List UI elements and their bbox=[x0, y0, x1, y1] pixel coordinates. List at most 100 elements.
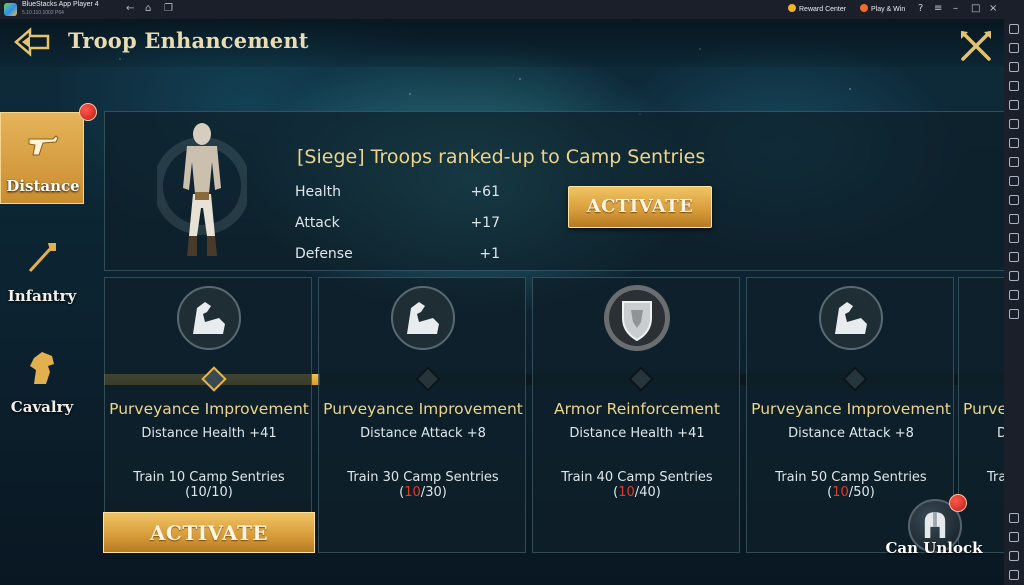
stat-value-health: +61 bbox=[470, 184, 500, 200]
macro-icon[interactable] bbox=[1009, 157, 1019, 167]
category-tab-distance[interactable]: Distance bbox=[0, 112, 84, 204]
card-bonus: Distance Health +41 bbox=[569, 426, 705, 441]
location-icon[interactable] bbox=[1009, 271, 1019, 281]
camera-icon[interactable] bbox=[1009, 138, 1019, 148]
progress-current: 10 bbox=[618, 485, 635, 500]
stat-label-defense: Defense bbox=[295, 246, 353, 262]
progress-total: 30 bbox=[425, 485, 442, 500]
page-title: Troop Enhancement bbox=[68, 28, 309, 53]
progress-current: 10 bbox=[832, 485, 849, 500]
category-tab-infantry[interactable]: Infantry bbox=[0, 223, 84, 315]
home-icon[interactable]: ⌂ bbox=[145, 3, 151, 15]
card-progress: (10/30) bbox=[399, 485, 447, 500]
settings-icon[interactable] bbox=[1009, 513, 1019, 523]
reward-center-label: Reward Center bbox=[799, 6, 847, 13]
pistol-icon bbox=[28, 135, 59, 156]
screen-record-icon[interactable] bbox=[1009, 81, 1019, 91]
strength-arm-icon bbox=[391, 286, 455, 350]
play-win-icon bbox=[860, 4, 868, 12]
card-progress: (10/40) bbox=[613, 485, 661, 500]
back-arrow-icon[interactable]: ← bbox=[126, 3, 134, 15]
stat-value-defense: +1 bbox=[479, 246, 500, 262]
summary-title: [Siege] Troops ranked-up to Camp Sentrie… bbox=[297, 146, 706, 168]
multi-instance-sidebar-icon[interactable] bbox=[1009, 176, 1019, 186]
category-label: Distance bbox=[6, 177, 80, 195]
category-label: Infantry bbox=[7, 287, 77, 305]
notification-badge bbox=[79, 103, 97, 121]
screen-header: Troop Enhancement bbox=[0, 19, 1004, 67]
card-title: Armor Reinforcement bbox=[554, 400, 720, 418]
rank-up-summary-panel: [Siege] Troops ranked-up to Camp Sentrie… bbox=[104, 111, 1004, 271]
category-tab-cavalry[interactable]: Cavalry bbox=[0, 334, 84, 426]
crown-icon bbox=[788, 4, 796, 12]
app-version: 5.10.110.1002 P64 bbox=[22, 10, 64, 16]
close-crossed-swords-button[interactable] bbox=[958, 29, 994, 63]
android-home-icon[interactable] bbox=[1009, 551, 1019, 561]
card-requirement: Train 30 Camp Sentries bbox=[347, 470, 499, 485]
close-window-icon[interactable]: × bbox=[989, 3, 997, 15]
eco-mode-icon[interactable] bbox=[1009, 233, 1019, 243]
spear-icon bbox=[28, 243, 56, 273]
shake-icon[interactable] bbox=[1009, 252, 1019, 262]
right-sidebar bbox=[1004, 19, 1024, 585]
android-back-icon[interactable] bbox=[1009, 532, 1019, 542]
activate-rank-up-button[interactable]: ACTIVATE bbox=[568, 186, 712, 228]
unlock-notification-badge bbox=[949, 494, 967, 512]
apk-install-icon[interactable] bbox=[1009, 214, 1019, 224]
rotate-icon[interactable] bbox=[1009, 119, 1019, 129]
progress-current: 10 bbox=[190, 485, 207, 500]
stat-value-attack: +17 bbox=[470, 215, 500, 231]
enhancement-card-partial[interactable]: Purve D Tra bbox=[958, 277, 1004, 553]
window-title-bar: BlueStacks App Player 4 5.10.110.1002 P6… bbox=[0, 0, 1024, 19]
category-label: Cavalry bbox=[10, 398, 74, 416]
activate-card-button[interactable]: ACTIVATE bbox=[103, 512, 315, 553]
strength-arm-icon bbox=[819, 286, 883, 350]
menu-icon[interactable]: ≡ bbox=[934, 3, 942, 15]
play-win-label: Play & Win bbox=[871, 6, 906, 13]
card-bonus: D bbox=[997, 426, 1004, 441]
volume-icon[interactable] bbox=[1009, 100, 1019, 110]
card-bonus: Distance Attack +8 bbox=[360, 426, 486, 441]
card-progress: (10/10) bbox=[185, 485, 233, 500]
bluestacks-logo-icon bbox=[4, 3, 17, 16]
enhancement-card[interactable]: Purveyance Improvement Distance Attack +… bbox=[318, 277, 526, 553]
reward-center-button[interactable]: Reward Center bbox=[788, 3, 846, 16]
recent-apps-icon[interactable] bbox=[1009, 570, 1019, 580]
folder-icon[interactable] bbox=[1009, 195, 1019, 205]
card-requirement: Train 40 Camp Sentries bbox=[561, 470, 713, 485]
card-requirement: Tra bbox=[987, 470, 1004, 485]
card-bonus: Distance Attack +8 bbox=[788, 426, 914, 441]
card-requirement: Train 10 Camp Sentries bbox=[133, 470, 285, 485]
multi-instance-icon[interactable]: ❐ bbox=[164, 3, 173, 15]
play-win-button[interactable]: Play & Win bbox=[860, 3, 905, 16]
maximize-icon[interactable]: □ bbox=[971, 3, 980, 15]
siege-troop-portrait bbox=[157, 123, 247, 256]
back-button[interactable] bbox=[12, 26, 52, 58]
card-title: Purveyance Improvement bbox=[751, 400, 951, 418]
card-title: Purve bbox=[963, 400, 1004, 418]
enhancement-card[interactable]: Armor Reinforcement Distance Health +41 … bbox=[532, 277, 740, 553]
can-unlock-label: Can Unlock bbox=[885, 539, 983, 557]
progress-total: 10 bbox=[211, 485, 228, 500]
progress-total: 40 bbox=[639, 485, 656, 500]
sync-icon[interactable] bbox=[1009, 290, 1019, 300]
keyboard-icon[interactable] bbox=[1009, 62, 1019, 72]
card-title: Purveyance Improvement bbox=[323, 400, 523, 418]
armor-shield-icon bbox=[604, 285, 670, 351]
stat-label-attack: Attack bbox=[295, 215, 340, 231]
card-bonus: Distance Health +41 bbox=[141, 426, 277, 441]
help-icon[interactable]: ? bbox=[918, 3, 923, 15]
minimize-icon[interactable]: – bbox=[953, 3, 958, 15]
card-title: Purveyance Improvement bbox=[109, 400, 309, 418]
horse-head-icon bbox=[30, 352, 54, 384]
script-icon[interactable] bbox=[1009, 309, 1019, 319]
stat-label-health: Health bbox=[295, 184, 341, 200]
expand-icon[interactable] bbox=[1009, 24, 1019, 34]
strength-arm-icon bbox=[177, 286, 241, 350]
card-progress: (10/50) bbox=[827, 485, 875, 500]
progress-total: 50 bbox=[853, 485, 870, 500]
card-requirement: Train 50 Camp Sentries bbox=[775, 470, 927, 485]
progress-current: 10 bbox=[404, 485, 421, 500]
fullscreen-icon[interactable] bbox=[1009, 43, 1019, 53]
app-name: BlueStacks App Player 4 bbox=[22, 1, 99, 8]
